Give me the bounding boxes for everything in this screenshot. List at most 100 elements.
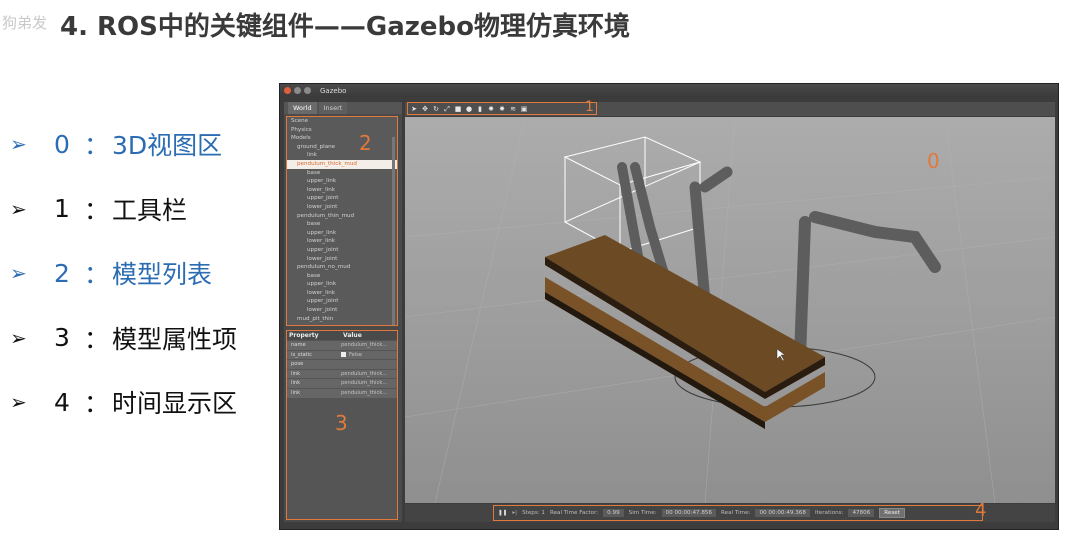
- property-key: link: [291, 380, 301, 387]
- watermark: 狗弟发: [2, 14, 48, 32]
- bullet-number: 3: [54, 323, 70, 353]
- tree-item[interactable]: lower_link: [287, 186, 397, 195]
- box-icon[interactable]: ■: [454, 105, 462, 113]
- tree-item[interactable]: link: [287, 151, 397, 160]
- tree-item[interactable]: upper_joint: [287, 194, 397, 203]
- tree-item[interactable]: Physics: [287, 126, 397, 135]
- close-button[interactable]: [284, 87, 291, 94]
- tree-item[interactable]: upper_joint: [287, 297, 397, 306]
- bullet-number: 1: [54, 194, 70, 224]
- bullet-arrow-icon: ➢: [10, 196, 27, 221]
- bullet-number: 2: [54, 258, 70, 288]
- bullet-text: 工具栏: [112, 195, 188, 225]
- bullet-item: ➢ 2 ：模型列表: [8, 241, 278, 306]
- bullet-list: ➢ 0： 3D视图区 ➢ 1：工具栏 ➢ 2：模型列表 ➢ 3：模型属性项 ➢ 4：时间显示区: [8, 112, 278, 435]
- bullet-arrow-icon: ➢: [10, 390, 27, 415]
- property-panel: Property Value 3 name pendulum_thick...is…: [286, 330, 398, 520]
- cylinder-icon[interactable]: ▮: [476, 105, 484, 113]
- steps-selector[interactable]: Steps: 1: [522, 510, 545, 516]
- region-label-3: 3: [335, 411, 348, 435]
- bullet-item: ➢ 0 ： 3D视图区: [8, 112, 278, 177]
- tree-item[interactable]: lower_joint: [287, 306, 397, 315]
- property-value: pendulum_thick...: [341, 341, 387, 350]
- point-light-icon[interactable]: ✹: [487, 105, 495, 113]
- pause-icon[interactable]: ❚❚: [498, 510, 507, 516]
- props-header: Property Value: [287, 331, 397, 340]
- property-row[interactable]: name pendulum_thick...: [287, 341, 397, 350]
- directional-light-icon[interactable]: ≋: [509, 105, 517, 113]
- tree-item[interactable]: lower_joint: [287, 203, 397, 212]
- tree-item[interactable]: upper_link: [287, 280, 397, 289]
- checkbox[interactable]: [341, 351, 346, 357]
- select-arrow-icon[interactable]: ➤: [410, 105, 418, 113]
- props-header-property: Property: [289, 332, 319, 339]
- property-row[interactable]: link pendulum_thick...: [287, 388, 397, 398]
- sim-time-label: Sim Time:: [628, 510, 657, 516]
- toolbar-buttons: ➤ ✥ ↻ ⤢ ■ ● ▮ ✹ ✸ ≋ ▣: [407, 102, 597, 115]
- tree-item[interactable]: Scene: [287, 117, 397, 126]
- region-label-1: 1: [585, 99, 594, 115]
- tree-item[interactable]: lower_link: [287, 237, 397, 246]
- 3d-viewport[interactable]: 0: [405, 117, 1055, 503]
- property-value-text: False: [349, 351, 363, 358]
- tree-item[interactable]: mud_pit_thin: [287, 315, 397, 324]
- real-time-value: 00 00:00:49.368: [755, 509, 810, 517]
- gazebo-window: Gazebo World Insert 2 Scene Physics Models…: [279, 83, 1059, 530]
- reset-button[interactable]: Reset: [879, 508, 905, 518]
- rtf-label: Real Time Factor:: [549, 510, 599, 516]
- props-header-value: Value: [343, 332, 362, 339]
- bullet-arrow-icon: ➢: [10, 325, 27, 350]
- region-label-0: 0: [927, 149, 940, 173]
- maximize-button[interactable]: [304, 87, 311, 94]
- tree-item[interactable]: upper_joint: [287, 246, 397, 255]
- tree-item[interactable]: upper_link: [287, 229, 397, 238]
- bullet-item: ➢ 4 ：时间显示区: [8, 370, 278, 435]
- property-value: False: [341, 351, 362, 360]
- minimize-button[interactable]: [294, 87, 301, 94]
- bullet-text: 模型列表: [112, 260, 213, 290]
- step-icon[interactable]: ▸|: [512, 510, 517, 516]
- screenshot-icon[interactable]: ▣: [520, 105, 528, 113]
- tree-item[interactable]: base: [287, 272, 397, 281]
- iterations-label: Iterations:: [814, 510, 844, 516]
- tree-scrollbar[interactable]: [392, 137, 395, 325]
- slide-title: 4. ROS中的关键组件——Gazebo物理仿真环境: [60, 12, 630, 42]
- property-row[interactable]: is_static False: [287, 350, 397, 360]
- real-time-label: Real Time:: [721, 510, 751, 516]
- property-row[interactable]: link pendulum_thick...: [287, 379, 397, 388]
- spot-light-icon[interactable]: ✸: [498, 105, 506, 113]
- tree-item[interactable]: pendulum_no_mud: [287, 263, 397, 272]
- property-key: link: [291, 370, 301, 377]
- model-tree: 2 Scene Physics Models ground_plane link pend…: [286, 116, 398, 326]
- tree-item[interactable]: upper_link: [287, 177, 397, 186]
- toolbar: ➤ ✥ ↻ ⤢ ■ ● ▮ ✹ ✸ ≋ ▣ 1: [405, 99, 1055, 116]
- panel-tabs: World Insert: [284, 102, 402, 114]
- tree-item[interactable]: lower_link: [287, 289, 397, 298]
- tab-insert[interactable]: Insert: [318, 102, 348, 114]
- translate-icon[interactable]: ✥: [421, 105, 429, 113]
- rotate-icon[interactable]: ↻: [432, 105, 440, 113]
- bullet-text: 模型属性项: [112, 324, 238, 354]
- tree-item[interactable]: Models: [287, 134, 397, 143]
- tree-item[interactable]: lower_joint: [287, 255, 397, 264]
- property-row[interactable]: pose: [287, 360, 397, 369]
- mud-pit-stack: [545, 235, 825, 429]
- tree-item[interactable]: pendulum_thick_mud: [287, 159, 397, 169]
- tree-item[interactable]: ground_plane: [287, 143, 397, 152]
- tree-item[interactable]: base: [287, 220, 397, 229]
- tree-item[interactable]: pendulum_thin_mud: [287, 212, 397, 221]
- left-panel: World Insert 2 Scene Physics Models ground_…: [284, 102, 402, 522]
- bullet-number: 4: [54, 387, 70, 417]
- tree-item[interactable]: base: [287, 169, 397, 178]
- tab-world[interactable]: World: [288, 102, 317, 114]
- sphere-icon[interactable]: ●: [465, 105, 473, 113]
- time-controls: ❚❚ ▸| Steps: 1 Real Time Factor: 0.99 Si…: [493, 505, 983, 521]
- property-key: pose: [291, 361, 304, 368]
- property-row[interactable]: link pendulum_thick...: [287, 369, 397, 379]
- bullet-text: 3D视图区: [112, 131, 223, 161]
- property-key: name: [291, 342, 306, 348]
- bullet-item: ➢ 1 ：工具栏: [8, 177, 278, 242]
- scale-icon[interactable]: ⤢: [443, 105, 451, 113]
- property-value-text: pendulum_thick...: [341, 342, 388, 348]
- rtf-value: 0.99: [603, 509, 624, 517]
